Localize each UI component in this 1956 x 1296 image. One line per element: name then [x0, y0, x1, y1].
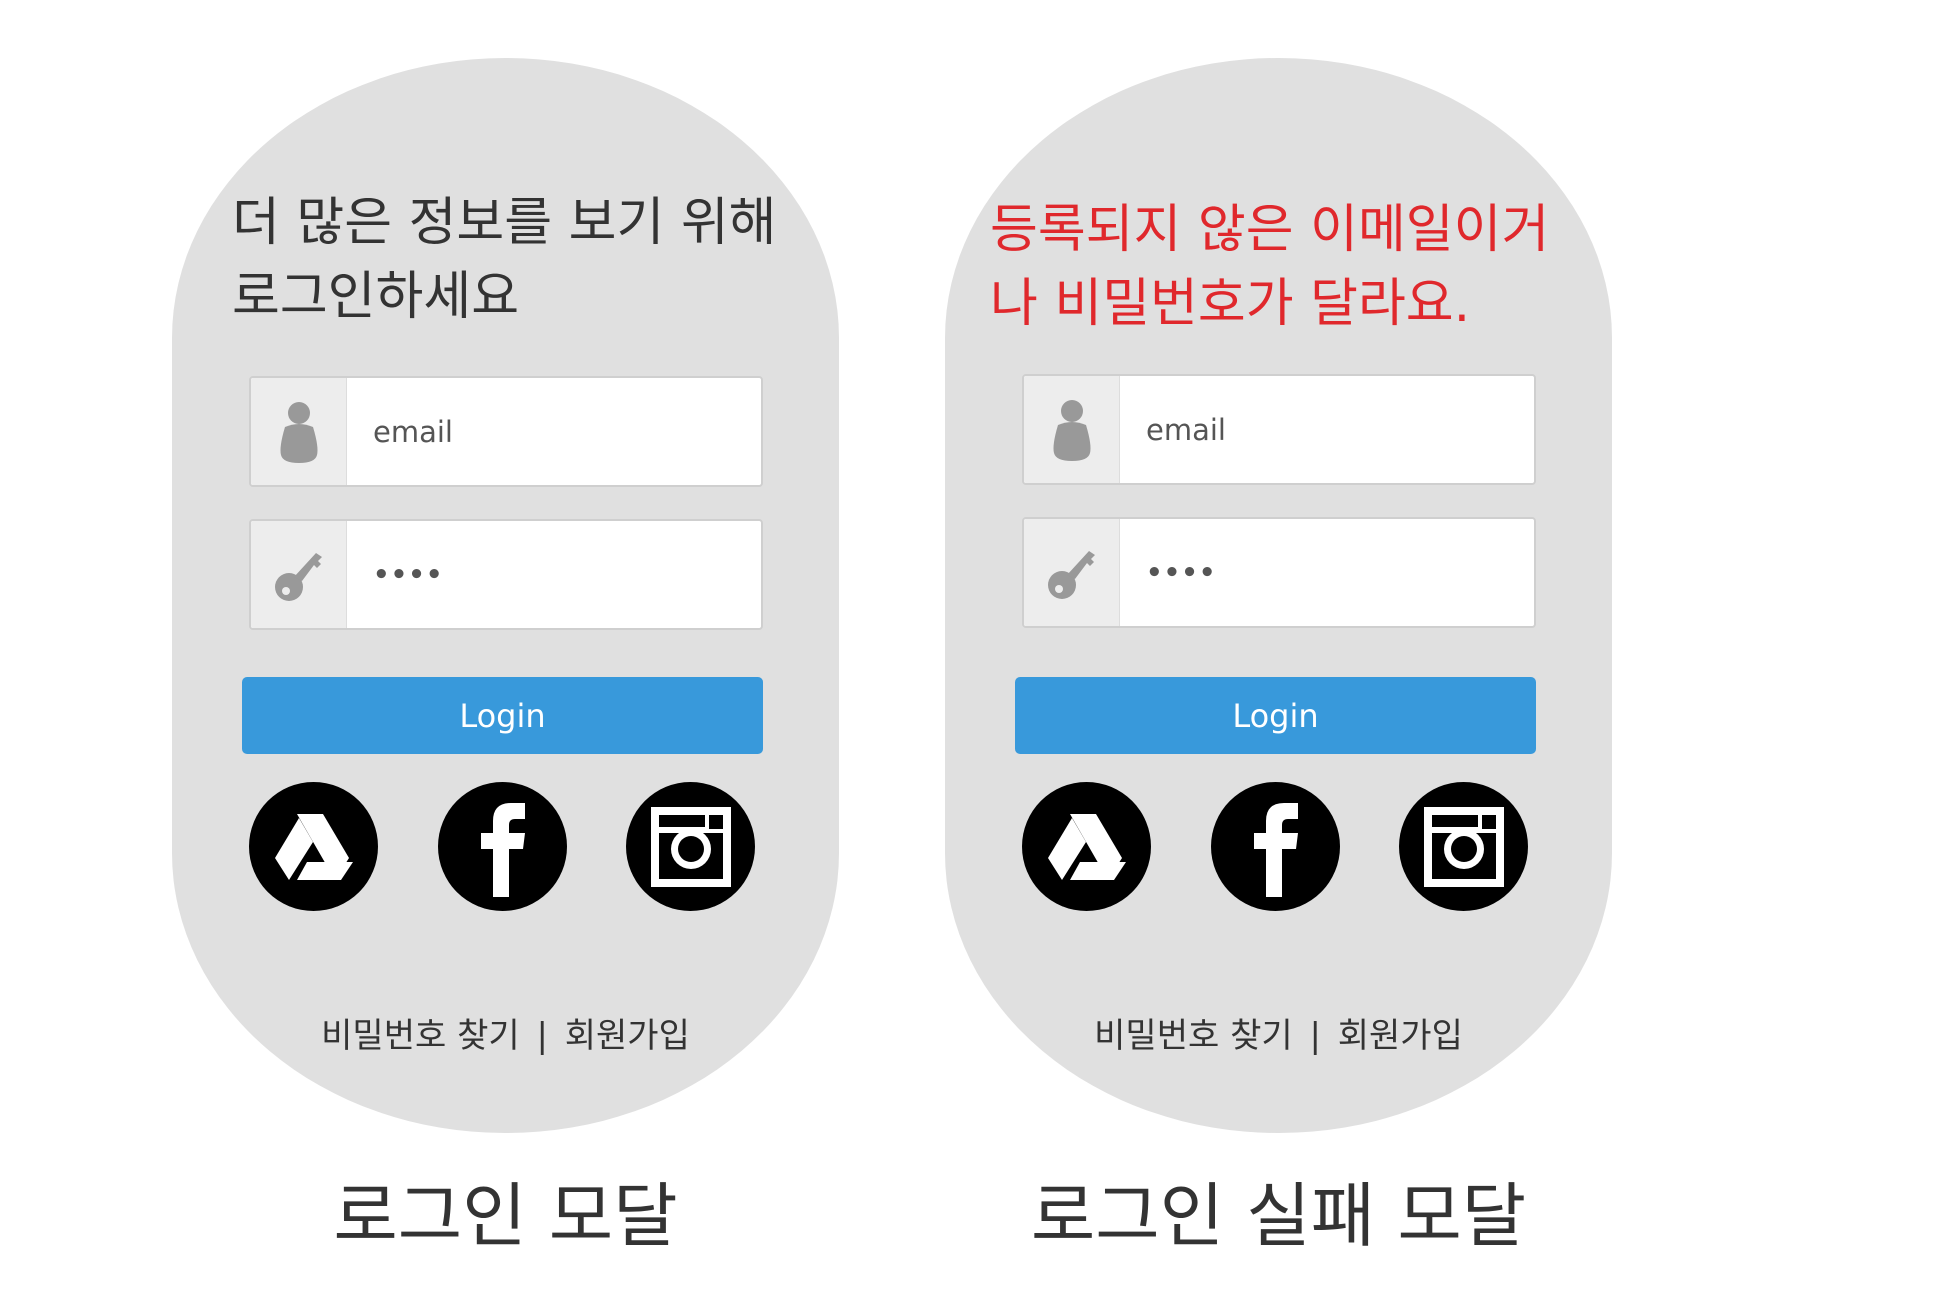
instagram-button[interactable] [1399, 782, 1528, 911]
instagram-button[interactable] [626, 782, 755, 911]
google-drive-icon [1047, 813, 1126, 880]
link-separator: | [536, 1016, 548, 1056]
user-icon [1024, 376, 1120, 483]
email-input[interactable]: email [347, 378, 761, 485]
google-drive-button[interactable] [249, 782, 378, 911]
error-line-1: 등록되지 않은 이메일이거 [990, 200, 1550, 260]
google-drive-button[interactable] [1022, 782, 1151, 911]
facebook-icon [1253, 802, 1298, 897]
facebook-button[interactable] [1211, 782, 1340, 911]
error-line-2: 나 비밀번호가 달라요. [990, 274, 1471, 334]
signup-link[interactable]: 회원가입 [1338, 1008, 1463, 1057]
facebook-button[interactable] [438, 782, 567, 911]
login-modal: 더 많은 정보를 보기 위해 로그인하세요 email •••• Login 비… [172, 58, 839, 1133]
email-field[interactable]: email [1022, 374, 1536, 485]
login-button[interactable]: Login [242, 677, 763, 754]
headline-line-2: 로그인하세요 [232, 267, 520, 327]
find-password-link[interactable]: 비밀번호 찾기 [321, 1008, 520, 1057]
error-message: 등록되지 않은 이메일이거 나 비밀번호가 달라요. [990, 193, 1590, 341]
instagram-icon [650, 806, 731, 887]
google-drive-icon [274, 813, 353, 880]
login-headline: 더 많은 정보를 보기 위해 로그인하세요 [232, 186, 812, 334]
facebook-icon [480, 802, 525, 897]
login-fail-modal-caption: 로그인 실패 모달 [1030, 1175, 1527, 1257]
login-button[interactable]: Login [1015, 677, 1536, 754]
account-links: 비밀번호 찾기 | 회원가입 [945, 1008, 1612, 1057]
link-separator: | [1309, 1016, 1321, 1056]
login-modal-caption: 로그인 모달 [333, 1175, 678, 1257]
headline-line-1: 더 많은 정보를 보기 위해 [232, 193, 777, 253]
email-field[interactable]: email [249, 376, 763, 487]
password-field[interactable]: •••• [1022, 517, 1536, 628]
find-password-link[interactable]: 비밀번호 찾기 [1094, 1008, 1293, 1057]
email-input[interactable]: email [1120, 376, 1534, 483]
account-links: 비밀번호 찾기 | 회원가입 [172, 1008, 839, 1057]
password-field[interactable]: •••• [249, 519, 763, 630]
instagram-icon [1423, 806, 1504, 887]
password-input[interactable]: •••• [1120, 519, 1534, 626]
password-input[interactable]: •••• [347, 521, 761, 628]
login-fail-modal: 등록되지 않은 이메일이거 나 비밀번호가 달라요. email •••• Lo… [945, 58, 1612, 1133]
key-icon [1024, 519, 1120, 626]
user-icon [251, 378, 347, 485]
signup-link[interactable]: 회원가입 [565, 1008, 690, 1057]
key-icon [251, 521, 347, 628]
